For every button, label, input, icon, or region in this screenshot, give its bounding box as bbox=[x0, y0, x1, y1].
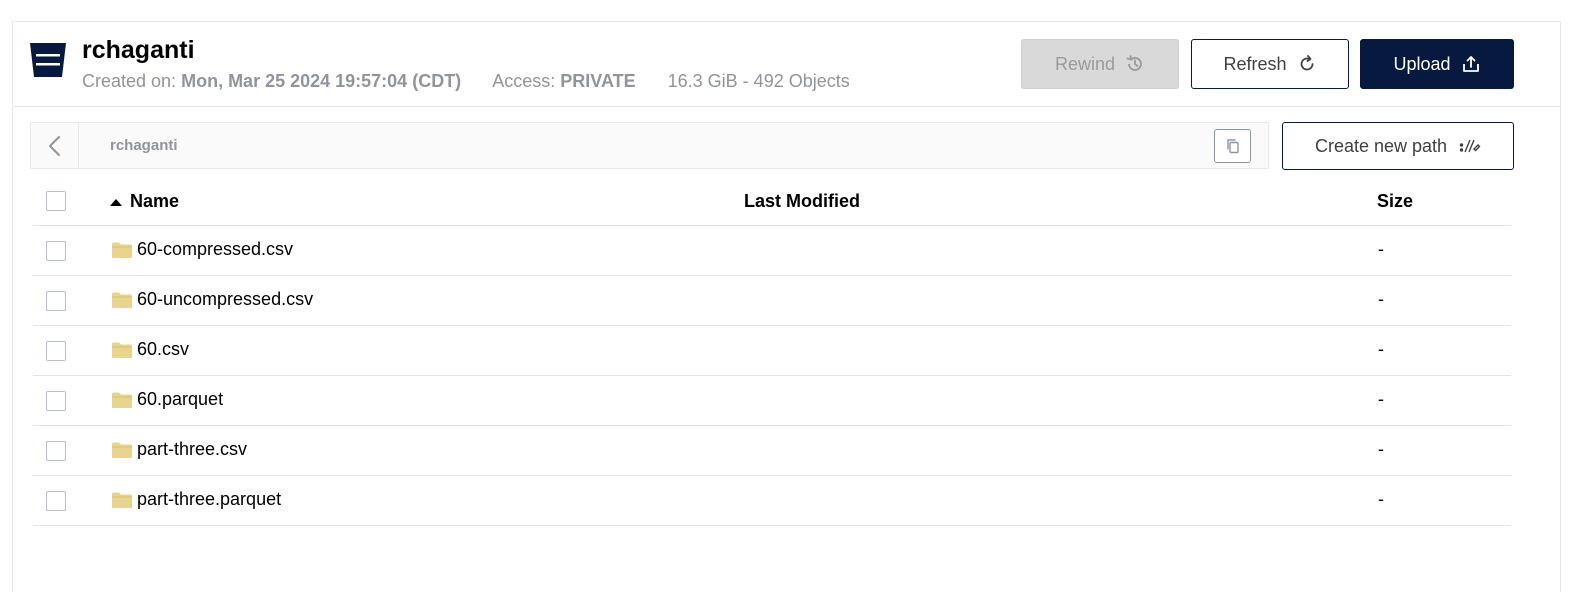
row-checkbox[interactable] bbox=[46, 241, 66, 261]
bucket-usage: 16.3 GiB - 492 Objects bbox=[667, 71, 850, 91]
size-cell: - bbox=[1378, 489, 1384, 509]
column-header-last-modified[interactable]: Last Modified bbox=[744, 191, 860, 212]
sort-ascending-icon bbox=[110, 198, 122, 206]
name-cell[interactable]: part-three.parquet bbox=[111, 489, 281, 510]
name-cell[interactable]: 60.csv bbox=[111, 339, 189, 360]
table-row[interactable]: part-three.csv - bbox=[33, 426, 1511, 476]
name-cell[interactable]: 60-compressed.csv bbox=[111, 239, 293, 260]
upload-icon bbox=[1462, 56, 1479, 72]
new-path-icon bbox=[1459, 139, 1481, 153]
name-cell[interactable]: part-three.csv bbox=[111, 439, 247, 460]
name-cell[interactable]: 60.parquet bbox=[111, 389, 223, 410]
object-name: 60-compressed.csv bbox=[137, 239, 294, 259]
access-value: PRIVATE bbox=[560, 71, 636, 91]
row-checkbox[interactable] bbox=[46, 291, 66, 311]
object-name: part-three.parquet bbox=[137, 489, 282, 509]
history-icon bbox=[1126, 55, 1142, 71]
size-cell: - bbox=[1378, 439, 1384, 459]
folder-icon bbox=[112, 292, 132, 308]
table-row[interactable]: 60.parquet - bbox=[33, 376, 1511, 426]
size-cell: - bbox=[1378, 389, 1384, 409]
rewind-label: Rewind bbox=[1054, 53, 1116, 74]
folder-icon bbox=[112, 442, 132, 458]
create-new-path-button[interactable]: Create new path bbox=[1282, 122, 1514, 170]
table-header: Name Last Modified Size bbox=[33, 177, 1511, 226]
column-header-name-label: Name bbox=[130, 191, 180, 211]
create-path-label: Create new path bbox=[1314, 135, 1448, 156]
breadcrumb[interactable]: rchaganti bbox=[110, 137, 178, 154]
refresh-icon bbox=[1300, 55, 1313, 71]
select-all-checkbox[interactable] bbox=[46, 191, 66, 211]
object-name: 60.parquet bbox=[137, 389, 224, 409]
column-header-name[interactable]: Name bbox=[110, 191, 179, 212]
size-cell: - bbox=[1378, 289, 1384, 309]
column-header-size[interactable]: Size bbox=[1377, 191, 1413, 212]
back-button[interactable] bbox=[31, 123, 79, 168]
bucket-header: rchaganti Created on: Mon, Mar 25 2024 1… bbox=[13, 22, 1560, 107]
object-name: 60-uncompressed.csv bbox=[137, 289, 314, 309]
object-name: part-three.csv bbox=[137, 439, 248, 459]
refresh-label: Refresh bbox=[1223, 53, 1287, 74]
bucket-title: rchaganti bbox=[82, 36, 195, 64]
table-row[interactable]: part-three.parquet - bbox=[33, 476, 1511, 526]
size-cell: - bbox=[1378, 239, 1384, 259]
row-checkbox[interactable] bbox=[46, 441, 66, 461]
upload-label: Upload bbox=[1393, 53, 1451, 74]
row-checkbox[interactable] bbox=[46, 491, 66, 511]
chevron-left-icon bbox=[48, 135, 60, 156]
copy-path-button[interactable] bbox=[1214, 129, 1251, 163]
bucket-icon bbox=[30, 43, 66, 77]
copy-icon bbox=[1226, 139, 1239, 154]
path-breadcrumb-bar: rchaganti bbox=[30, 122, 1269, 169]
created-label: Created on: bbox=[82, 71, 177, 91]
folder-icon bbox=[112, 242, 132, 258]
objects-table: Name Last Modified Size 60-compressed.cs… bbox=[33, 177, 1511, 526]
folder-icon bbox=[112, 492, 132, 508]
folder-icon bbox=[112, 342, 132, 358]
name-cell[interactable]: 60-uncompressed.csv bbox=[111, 289, 313, 310]
refresh-button[interactable]: Refresh bbox=[1191, 39, 1349, 89]
size-cell: - bbox=[1378, 339, 1384, 359]
rewind-button[interactable]: Rewind bbox=[1021, 39, 1179, 89]
folder-icon bbox=[112, 392, 132, 408]
bucket-meta: Created on: Mon, Mar 25 2024 19:57:04 (C… bbox=[82, 71, 850, 92]
row-checkbox[interactable] bbox=[46, 391, 66, 411]
created-value: Mon, Mar 25 2024 19:57:04 (CDT) bbox=[181, 71, 462, 91]
access-label: Access: bbox=[492, 71, 556, 91]
object-name: 60.csv bbox=[137, 339, 190, 359]
table-row[interactable]: 60-compressed.csv - bbox=[33, 226, 1511, 276]
table-row[interactable]: 60-uncompressed.csv - bbox=[33, 276, 1511, 326]
row-checkbox[interactable] bbox=[46, 341, 66, 361]
table-row[interactable]: 60.csv - bbox=[33, 326, 1511, 376]
bucket-browser-panel: rchaganti Created on: Mon, Mar 25 2024 1… bbox=[12, 21, 1561, 592]
upload-button[interactable]: Upload bbox=[1360, 39, 1514, 89]
